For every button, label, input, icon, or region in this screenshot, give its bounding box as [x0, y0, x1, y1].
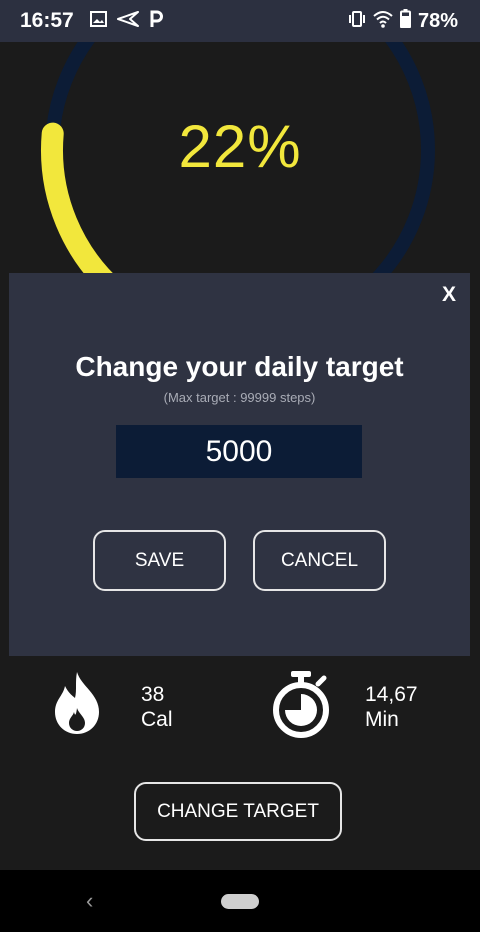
wifi-icon [373, 10, 393, 34]
duration-stat: 14,67 Min [365, 682, 418, 732]
duration-unit: Min [365, 708, 399, 731]
send-icon [117, 11, 139, 32]
system-icons: 78% [348, 9, 458, 34]
home-pill[interactable] [221, 894, 259, 909]
notification-icons [90, 10, 163, 33]
navigation-bar: ‹ [0, 870, 480, 932]
battery-percent: 78% [417, 10, 458, 32]
battery-icon [399, 9, 411, 34]
status-time: 16:57 [20, 9, 74, 32]
cancel-button[interactable]: CANCEL [253, 530, 386, 591]
save-button[interactable]: SAVE [93, 530, 226, 591]
p-icon [149, 10, 163, 33]
change-target-dialog: X Change your daily target (Max target :… [9, 273, 470, 656]
fire-icon [51, 670, 103, 741]
duration-value: 14,67 [365, 683, 418, 706]
stopwatch-icon [271, 670, 331, 743]
calories-unit: Cal [141, 708, 173, 731]
back-icon[interactable]: ‹ [86, 888, 93, 914]
status-bar: 16:57 78% [0, 0, 480, 42]
dialog-title: Change your daily target [75, 351, 404, 382]
dialog-subtitle: (Max target : 99999 steps) [163, 390, 316, 405]
progress-percent: 22% [178, 113, 302, 180]
calories-value: 38 [141, 683, 165, 706]
target-input[interactable] [116, 425, 362, 478]
calories-stat: 38 Cal [141, 682, 173, 732]
change-target-button[interactable]: CHANGE TARGET [134, 782, 342, 841]
close-button[interactable]: X [442, 283, 456, 307]
vibrate-icon [348, 10, 366, 34]
image-icon [90, 11, 107, 32]
